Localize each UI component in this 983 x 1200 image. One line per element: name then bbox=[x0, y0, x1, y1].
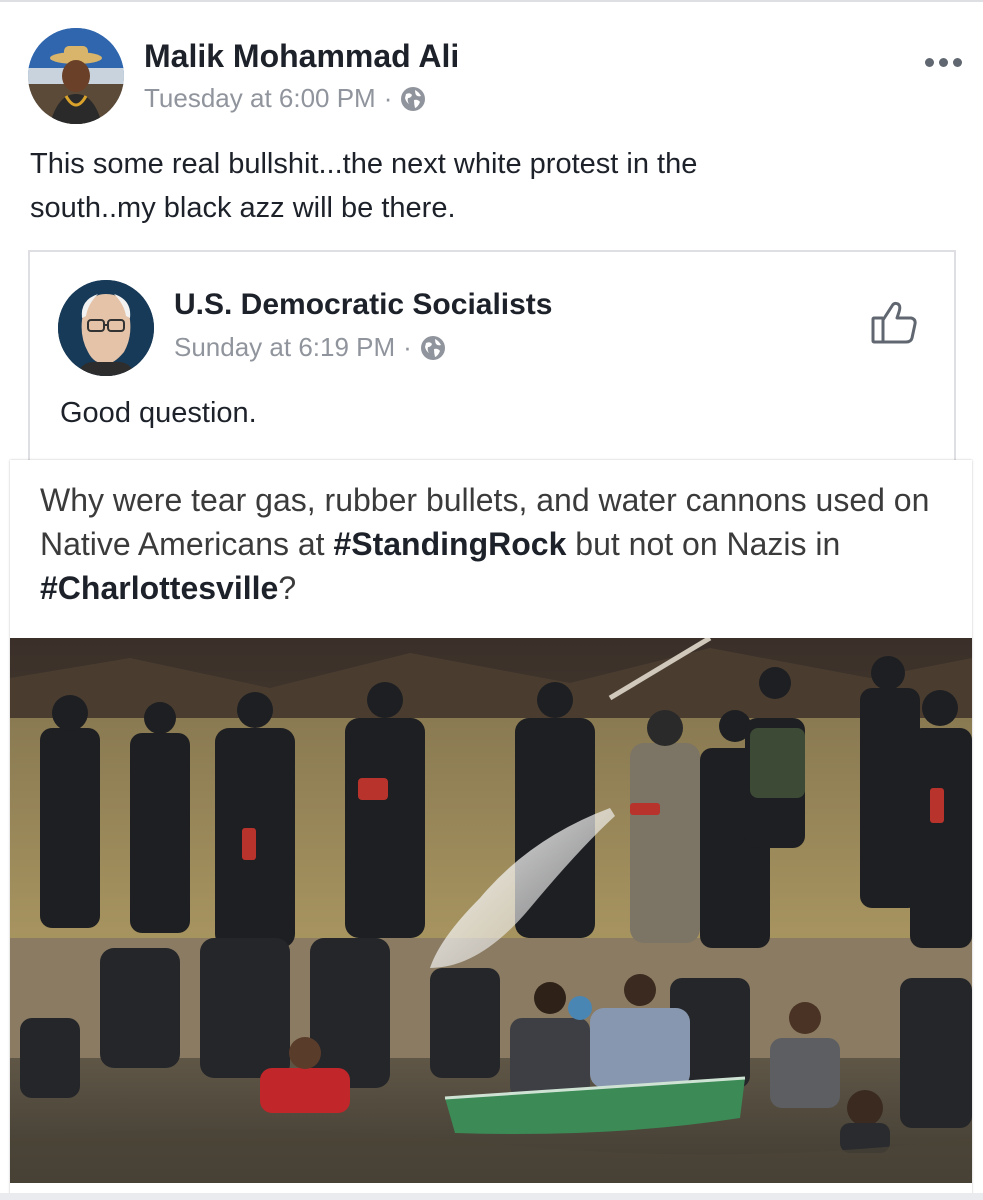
shared-post-meta: Sunday at 6:19 PM · bbox=[174, 332, 446, 363]
meta-separator: · bbox=[403, 332, 412, 362]
shared-post[interactable]: U.S. Democratic Socialists Sunday at 6:1… bbox=[28, 250, 956, 464]
shared-author-name[interactable]: U.S. Democratic Socialists bbox=[174, 288, 553, 322]
shared-post-timestamp[interactable]: Sunday at 6:19 PM bbox=[174, 332, 395, 363]
post-header: Malik Mohammad Ali Tuesday at 6:00 PM · bbox=[28, 28, 968, 128]
hashtag-charlottesville: #Charlottesville bbox=[40, 570, 279, 606]
top-divider bbox=[0, 0, 983, 2]
shared-author-avatar[interactable] bbox=[58, 280, 154, 376]
author-avatar[interactable] bbox=[28, 28, 124, 124]
post-author-name[interactable]: Malik Mohammad Ali bbox=[144, 38, 459, 75]
hashtag-standingrock: #StandingRock bbox=[333, 526, 567, 562]
post-timestamp[interactable]: Tuesday at 6:00 PM bbox=[144, 83, 376, 114]
bottom-divider bbox=[0, 1193, 983, 1200]
headline-text: ? bbox=[278, 570, 297, 606]
thumbs-up-icon[interactable] bbox=[870, 298, 918, 346]
post-text-line: south..my black azz will be there. bbox=[30, 192, 456, 224]
headline-text: but not on Nazis in bbox=[566, 526, 841, 562]
shared-post-text: Good question. bbox=[60, 397, 257, 429]
image-headline: Why were tear gas, rubber bullets, and w… bbox=[40, 478, 950, 610]
post-text: This some real bullshit...the next white… bbox=[30, 142, 930, 230]
shared-image-card[interactable]: Why were tear gas, rubber bullets, and w… bbox=[10, 460, 972, 1198]
meta-separator: · bbox=[383, 83, 393, 113]
globe-icon bbox=[420, 335, 445, 360]
post-meta: Tuesday at 6:00 PM · bbox=[144, 83, 426, 114]
post-text-line: This some real bullshit...the next white… bbox=[30, 148, 698, 180]
protest-photo[interactable] bbox=[10, 638, 972, 1183]
globe-icon bbox=[401, 86, 426, 111]
more-options-icon[interactable] bbox=[919, 52, 968, 73]
